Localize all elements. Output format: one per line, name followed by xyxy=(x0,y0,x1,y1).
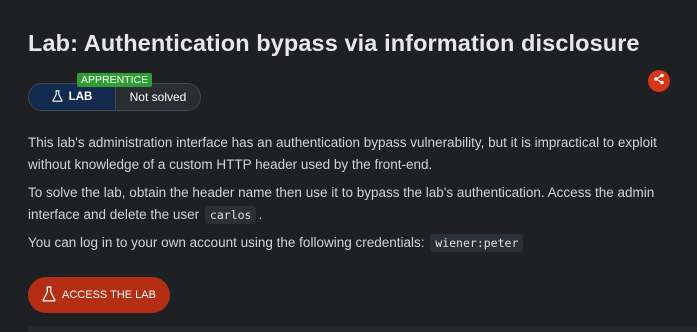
access-lab-label: ACCESS THE LAB xyxy=(62,289,156,301)
description-paragraph-3: You can log in to your own account using… xyxy=(28,232,668,254)
credentials-code: wiener:peter xyxy=(430,234,524,252)
description-text: You can log in to your own account using… xyxy=(28,235,425,250)
access-lab-button[interactable]: ACCESS THE LAB xyxy=(28,277,170,313)
username-code: carlos xyxy=(204,206,257,224)
description-text: To solve the lab, obtain the header name… xyxy=(28,185,655,222)
lab-page: Lab: Authentication bypass via informati… xyxy=(0,0,697,332)
share-icon xyxy=(653,72,665,90)
flask-icon xyxy=(52,89,63,105)
description-text: . xyxy=(258,207,263,222)
share-button[interactable] xyxy=(648,70,670,92)
status-pill: LAB Not solved xyxy=(28,83,201,111)
solved-status: Not solved xyxy=(115,84,200,110)
level-badge: APPRENTICE xyxy=(77,73,153,87)
page-title: Lab: Authentication bypass via informati… xyxy=(28,30,640,56)
lab-description: This lab's administration interface has … xyxy=(28,132,668,260)
flask-icon xyxy=(42,285,56,305)
description-paragraph-2: To solve the lab, obtain the header name… xyxy=(28,182,668,226)
description-paragraph-1: This lab's administration interface has … xyxy=(28,135,657,172)
section-divider xyxy=(28,326,697,332)
lab-label-segment: LAB xyxy=(29,84,115,110)
lab-label: LAB xyxy=(68,91,93,103)
